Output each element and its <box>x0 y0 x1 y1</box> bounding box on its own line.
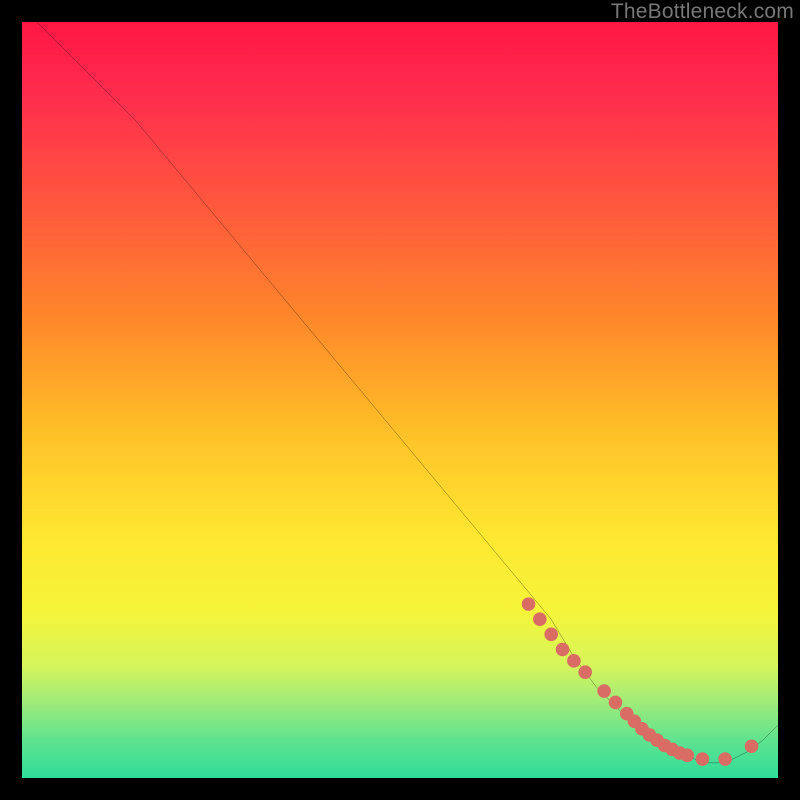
scatter-point <box>680 749 694 763</box>
scatter-point <box>597 684 611 698</box>
scatter-point <box>696 752 710 766</box>
chart-stage: TheBottleneck.com <box>0 0 800 800</box>
watermark-text: TheBottleneck.com <box>611 0 794 24</box>
main-curve <box>37 22 778 763</box>
curve-line <box>37 22 778 763</box>
scatter-point <box>556 643 570 657</box>
scatter-point <box>522 597 536 611</box>
scatter-point <box>745 739 759 753</box>
scatter-point <box>718 752 732 766</box>
scatter-point <box>578 665 592 679</box>
scatter-point <box>533 612 547 626</box>
scatter-points <box>522 597 759 766</box>
chart-svg <box>22 22 778 778</box>
scatter-point <box>567 654 581 668</box>
scatter-point <box>544 628 558 642</box>
scatter-point <box>609 696 623 710</box>
